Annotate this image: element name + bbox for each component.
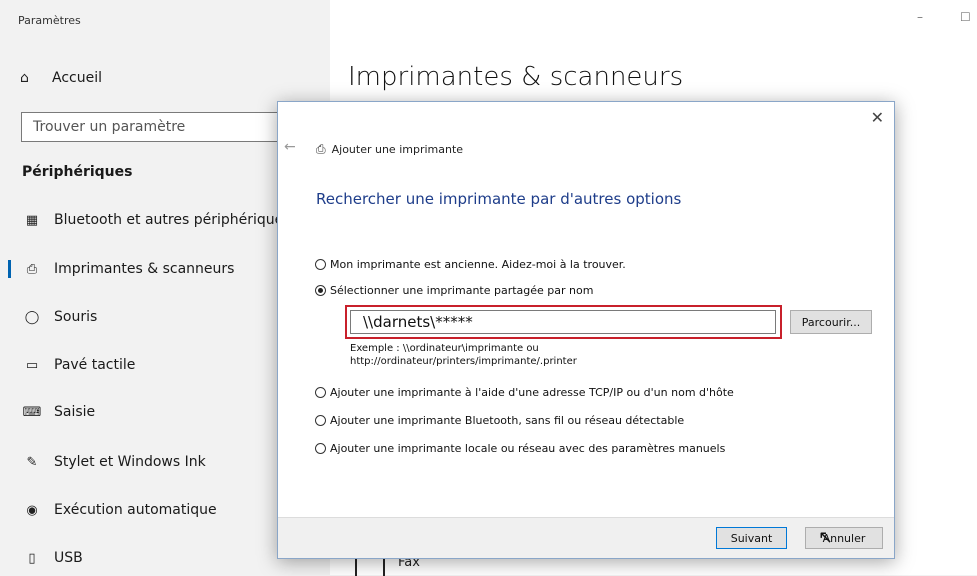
page-title: Imprimantes & scanneurs — [348, 62, 684, 92]
radio-button[interactable] — [315, 259, 326, 270]
sidebar-item-label: Imprimantes & scanneurs — [54, 261, 235, 277]
option-label: Sélectionner une imprimante partagée par… — [330, 284, 594, 297]
option-old-printer[interactable]: Mon imprimante est ancienne. Aidez-moi à… — [315, 258, 626, 271]
home-link[interactable]: ⌂ Accueil — [20, 66, 102, 90]
next-button[interactable]: Suivant — [716, 527, 787, 549]
sidebar-item-label: Stylet et Windows Ink — [54, 454, 206, 470]
pen-icon: ✎ — [26, 454, 38, 470]
add-printer-dialog: ✕ ← ⎙ Ajouter une imprimante Rechercher … — [277, 101, 895, 559]
option-local-manual[interactable]: Ajouter une imprimante locale ou réseau … — [315, 442, 725, 455]
bluetooth-devices-icon: ▦ — [25, 212, 39, 228]
sidebar-item-label: USB — [54, 550, 83, 566]
usb-icon: ▯ — [28, 550, 36, 566]
example-text: Exemple : \\ordinateur\imprimante ou htt… — [350, 342, 577, 368]
touchpad-icon: ▭ — [25, 357, 39, 373]
sidebar-item-label: Exécution automatique — [54, 502, 217, 518]
close-icon[interactable]: ✕ — [871, 108, 884, 127]
home-icon: ⌂ — [20, 70, 29, 86]
option-shared-by-name[interactable]: Sélectionner une imprimante partagée par… — [315, 284, 593, 297]
option-label: Ajouter une imprimante à l'aide d'une ad… — [330, 386, 734, 399]
dialog-title-text: Ajouter une imprimante — [331, 143, 464, 156]
browse-button[interactable]: Parcourir... — [790, 310, 872, 334]
sidebar-item-label: Saisie — [54, 404, 96, 420]
printer-icon: ⎙ — [26, 261, 38, 277]
example-line-1: Exemple : \\ordinateur\imprimante ou — [350, 343, 539, 354]
radio-button[interactable] — [315, 443, 326, 454]
search-input[interactable]: Trouver un paramètre — [21, 112, 321, 142]
option-label: Mon imprimante est ancienne. Aidez-moi à… — [330, 258, 626, 271]
back-arrow-icon[interactable]: ← — [284, 139, 296, 155]
fax-icon — [355, 556, 385, 576]
sidebar-item-label: Souris — [54, 309, 98, 325]
example-line-2: http://ordinateur/printers/imprimante/.p… — [350, 356, 577, 367]
sidebar-item-label: Bluetooth et autres périphériques — [54, 212, 291, 228]
option-bluetooth-wireless[interactable]: Ajouter une imprimante Bluetooth, sans f… — [315, 414, 684, 427]
autoplay-icon: ◉ — [26, 502, 38, 518]
app-title: Paramètres — [18, 14, 81, 27]
dialog-title: ⎙ Ajouter une imprimante — [316, 142, 463, 157]
keyboard-icon: ⌨ — [22, 404, 42, 420]
home-label: Accueil — [52, 70, 102, 86]
printer-icon: ⎙ — [316, 142, 326, 156]
option-label: Ajouter une imprimante locale ou réseau … — [330, 442, 726, 455]
mouse-cursor-icon: ↖ — [818, 527, 834, 548]
section-title: Périphériques — [22, 164, 133, 180]
option-tcpip[interactable]: Ajouter une imprimante à l'aide d'une ad… — [315, 386, 734, 399]
minimize-button[interactable]: – — [917, 10, 923, 24]
dialog-heading: Rechercher une imprimante par d'autres o… — [316, 190, 682, 208]
dialog-footer: Suivant Annuler — [278, 517, 894, 558]
radio-button[interactable] — [315, 415, 326, 426]
cancel-button[interactable]: Annuler — [805, 527, 883, 549]
radio-button-checked[interactable] — [315, 285, 326, 296]
option-label: Ajouter une imprimante Bluetooth, sans f… — [330, 414, 685, 427]
highlight-box — [345, 305, 782, 339]
maximize-button[interactable]: ☐ — [960, 10, 971, 24]
mouse-icon: ◯ — [24, 309, 40, 325]
radio-button[interactable] — [315, 387, 326, 398]
sidebar-item-label: Pavé tactile — [54, 357, 136, 373]
